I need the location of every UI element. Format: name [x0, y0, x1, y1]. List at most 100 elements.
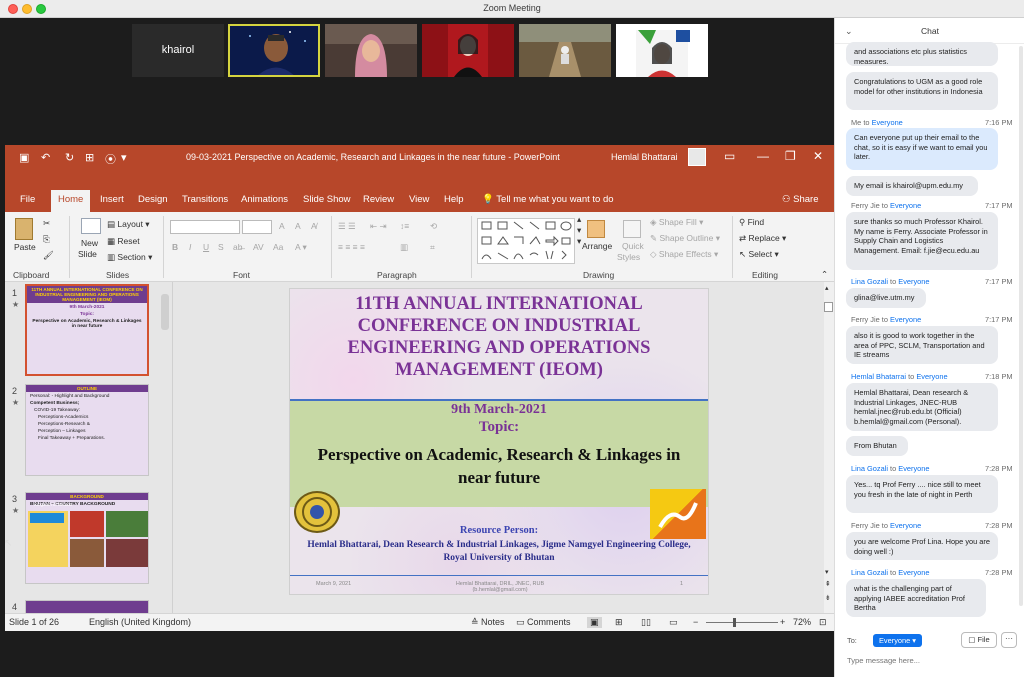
chevron-down-icon[interactable]: ⌄	[845, 18, 853, 44]
zoom-slider-thumb[interactable]	[733, 618, 736, 627]
new-slide-icon[interactable]	[81, 218, 101, 234]
slide-thumbnail-2[interactable]: OUTLINE Personal: - Highlight and Backgr…	[25, 384, 149, 476]
notes-button[interactable]: ≙ Notes	[471, 617, 505, 628]
user-avatar[interactable]	[688, 148, 706, 166]
section-button[interactable]: ▥ Section ▾	[107, 252, 152, 263]
zoom-out-icon[interactable]: −	[693, 617, 698, 627]
text-direction-icon[interactable]: ⟲	[430, 221, 437, 232]
save-icon[interactable]: ▣	[19, 151, 29, 164]
italic-icon[interactable]: I	[189, 242, 191, 252]
customize-qat-icon[interactable]: ▾	[121, 151, 127, 164]
shape-fill-button[interactable]: ◈ Shape Fill ▾	[650, 217, 703, 228]
tab-file[interactable]: File	[20, 194, 35, 205]
quick-styles-label-1[interactable]: Quick	[622, 241, 644, 251]
columns-icon[interactable]: ▥	[400, 242, 408, 253]
shape-effects-button[interactable]: ◇ Shape Effects ▾	[650, 249, 718, 260]
font-color-icon[interactable]: A ▾	[295, 242, 307, 253]
scroll-down-icon[interactable]: ▾	[825, 568, 829, 576]
reset-button[interactable]: ▦ Reset	[107, 236, 140, 247]
current-slide[interactable]: 11TH ANNUAL INTERNATIONAL CONFERENCE ON …	[289, 288, 709, 595]
align-icons[interactable]: ≡ ≡ ≡ ≡	[338, 242, 365, 252]
quick-styles-icon[interactable]	[623, 220, 641, 238]
collapse-ribbon-icon[interactable]: ⌃	[821, 269, 828, 280]
undo-icon[interactable]: ↶	[41, 151, 50, 164]
slide-sorter-icon[interactable]: ⊞	[615, 617, 623, 628]
fit-slide-icon[interactable]: ⊡	[819, 617, 827, 628]
bold-icon[interactable]: B	[172, 242, 178, 252]
select-button[interactable]: ↖ Select ▾	[739, 249, 779, 260]
slide-show-icon[interactable]: ▭	[669, 617, 678, 628]
participant-tile-2[interactable]	[325, 24, 417, 77]
tab-home[interactable]: Home	[51, 190, 91, 212]
change-case-icon[interactable]: Aa	[273, 242, 283, 252]
find-button[interactable]: ⚲ Find	[739, 217, 764, 228]
touch-mode-icon[interactable]: ⦿	[105, 151, 116, 167]
tab-transitions[interactable]: Transitions	[182, 194, 228, 205]
arrange-button[interactable]: Arrange	[582, 241, 612, 251]
scroll-thumb[interactable]	[824, 302, 833, 312]
normal-view-icon[interactable]: ▣	[587, 617, 602, 628]
share-button[interactable]: ⚇ Share	[782, 194, 819, 205]
language-status[interactable]: English (United Kingdom)	[89, 617, 191, 627]
tab-slide-show[interactable]: Slide Show	[303, 194, 351, 205]
paste-button[interactable]: Paste	[14, 242, 36, 252]
more-options-button[interactable]: ···	[1001, 632, 1017, 648]
zoom-level[interactable]: 72%	[793, 617, 811, 627]
chat-message-input[interactable]	[847, 652, 1015, 668]
smartart-icon[interactable]: ⌗	[430, 242, 435, 253]
shrink-font-icon[interactable]: A	[295, 221, 301, 231]
zoom-slider-track[interactable]	[706, 622, 778, 623]
restore-icon[interactable]: ❐	[785, 149, 796, 163]
chat-scrollbar[interactable]	[1019, 46, 1023, 606]
shapes-gallery[interactable]	[477, 218, 575, 264]
char-spacing-icon[interactable]: AV	[253, 242, 264, 252]
participant-tile-4[interactable]	[519, 24, 611, 77]
tab-review[interactable]: Review	[363, 194, 394, 205]
participant-tile-active-speaker[interactable]	[228, 24, 320, 77]
tab-view[interactable]: View	[409, 194, 429, 205]
shadow-icon[interactable]: S	[218, 242, 224, 252]
format-painter-icon[interactable]: 🖌	[43, 250, 54, 261]
font-name-input[interactable]	[170, 220, 240, 234]
slide-thumbnail-4[interactable]	[25, 600, 149, 613]
minimize-icon[interactable]: —	[757, 149, 769, 163]
underline-icon[interactable]: U	[203, 242, 209, 252]
font-size-input[interactable]	[242, 220, 272, 234]
replace-button[interactable]: ⇄ Replace ▾	[739, 233, 786, 244]
copy-icon[interactable]: ⎘	[43, 234, 50, 245]
recipient-select[interactable]: Everyone ▾	[873, 634, 922, 647]
ribbon-display-icon[interactable]: ▭	[724, 149, 735, 163]
scroll-up-icon[interactable]: ▴	[825, 284, 829, 292]
zoom-in-icon[interactable]: +	[780, 617, 785, 627]
shape-outline-button[interactable]: ✎ Shape Outline ▾	[650, 233, 720, 244]
new-slide-label-1[interactable]: New	[81, 238, 98, 248]
paste-icon[interactable]	[15, 218, 33, 240]
clear-format-icon[interactable]: A̸	[311, 221, 317, 231]
arrange-icon[interactable]	[587, 220, 605, 238]
strikethrough-icon[interactable]: ab̶	[233, 242, 242, 252]
bullets-icon[interactable]: ☰ ☰	[338, 221, 356, 232]
quick-styles-label-2[interactable]: Styles	[617, 252, 640, 262]
participant-tile-3[interactable]	[422, 24, 514, 77]
file-button[interactable]: ▢ File	[961, 632, 997, 648]
indent-icon[interactable]: ⇤ ⇥	[370, 221, 387, 232]
shapes-scroll[interactable]: ▴ ▾ ▾	[577, 214, 581, 247]
tab-help[interactable]: Help	[444, 194, 464, 205]
line-spacing-icon[interactable]: ↕≡	[400, 221, 409, 231]
grow-font-icon[interactable]: A	[279, 221, 285, 231]
tell-me-search[interactable]: 💡 Tell me what you want to do	[482, 194, 614, 205]
slide-vertical-scrollbar[interactable]: ▴ ▾ ⇞ ⇟	[824, 282, 834, 613]
comments-button[interactable]: ▭ Comments	[516, 617, 571, 628]
slide-thumbnail-1[interactable]: 11TH ANNUAL INTERNATIONAL CONFERENCE ON …	[25, 284, 149, 376]
redo-icon[interactable]: ↻	[65, 151, 74, 164]
close-icon[interactable]: ✕	[813, 149, 823, 163]
participant-tile-khairol[interactable]: khairol	[132, 24, 224, 77]
next-slide-icon[interactable]: ⇟	[825, 594, 831, 602]
thumbnails-scrollbar[interactable]	[161, 294, 169, 330]
tab-insert[interactable]: Insert	[100, 194, 124, 205]
layout-button[interactable]: ▤ Layout ▾	[107, 219, 150, 230]
previous-slide-icon[interactable]: ⇞	[825, 580, 831, 588]
tab-animations[interactable]: Animations	[241, 194, 288, 205]
participant-tile-5[interactable]	[616, 24, 708, 77]
cut-icon[interactable]: ✂	[43, 218, 50, 229]
